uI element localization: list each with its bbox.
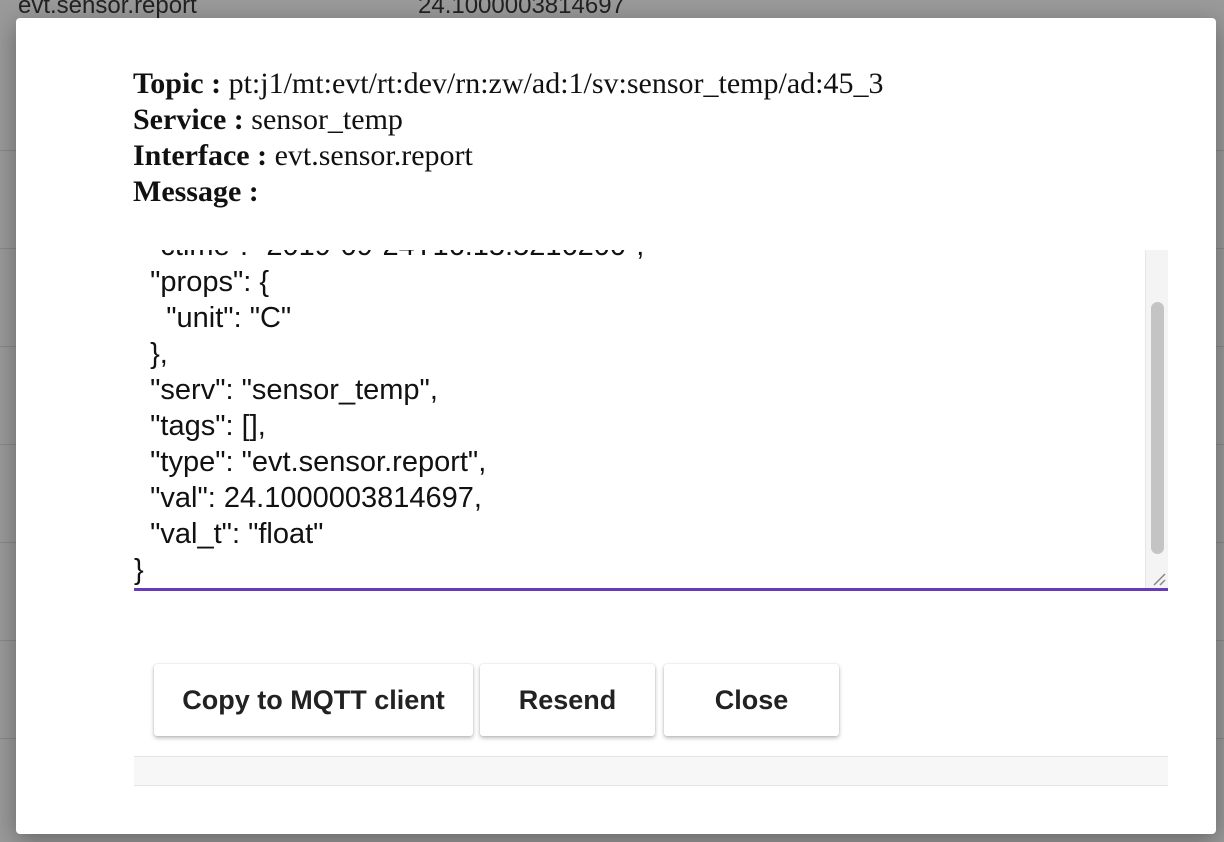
background-divider: [0, 444, 16, 445]
background-divider: [0, 346, 16, 347]
background-divider: [1216, 542, 1224, 543]
dialog-footer-bar: [134, 756, 1168, 786]
message-row: Message :: [133, 174, 884, 210]
background-divider: [1216, 150, 1224, 151]
message-detail-dialog: Topic : pt:j1/mt:evt/rt:dev/rn:zw/ad:1/s…: [16, 18, 1216, 834]
background-divider: [1216, 738, 1224, 739]
message-label: Message :: [133, 175, 259, 208]
message-textarea[interactable]: "ctime": "2019-09-24T16:15:5216200", "pr…: [134, 250, 1168, 591]
message-json[interactable]: "ctime": "2019-09-24T16:15:5216200", "pr…: [134, 250, 644, 588]
topic-row: Topic : pt:j1/mt:evt/rt:dev/rn:zw/ad:1/s…: [133, 66, 884, 102]
message-scrollbar[interactable]: [1145, 250, 1168, 588]
copy-to-mqtt-button[interactable]: Copy to MQTT client: [154, 664, 473, 736]
resize-handle-icon[interactable]: [1150, 570, 1166, 586]
interface-label: Interface :: [133, 139, 268, 172]
background-divider: [0, 738, 16, 739]
close-button[interactable]: Close: [664, 664, 839, 736]
message-info: Topic : pt:j1/mt:evt/rt:dev/rn:zw/ad:1/s…: [133, 66, 884, 210]
background-divider: [1216, 640, 1224, 641]
interface-row: Interface : evt.sensor.report: [133, 138, 884, 174]
service-label: Service :: [133, 103, 244, 136]
background-divider: [0, 640, 16, 641]
background-divider: [0, 150, 16, 151]
background-row-value: 24.1000003814697: [418, 0, 625, 19]
background-divider: [1216, 444, 1224, 445]
topic-value: pt:j1/mt:evt/rt:dev/rn:zw/ad:1/sv:sensor…: [228, 67, 884, 100]
interface-value: evt.sensor.report: [274, 139, 473, 172]
scrollbar-thumb[interactable]: [1151, 302, 1164, 554]
topic-label: Topic :: [133, 67, 222, 100]
resend-button[interactable]: Resend: [480, 664, 655, 736]
background-divider: [0, 542, 16, 543]
background-row-event: evt.sensor.report: [18, 0, 197, 19]
background-divider: [0, 248, 16, 249]
background-divider: [1216, 346, 1224, 347]
background-divider: [1216, 248, 1224, 249]
service-row: Service : sensor_temp: [133, 102, 884, 138]
service-value: sensor_temp: [251, 103, 403, 136]
